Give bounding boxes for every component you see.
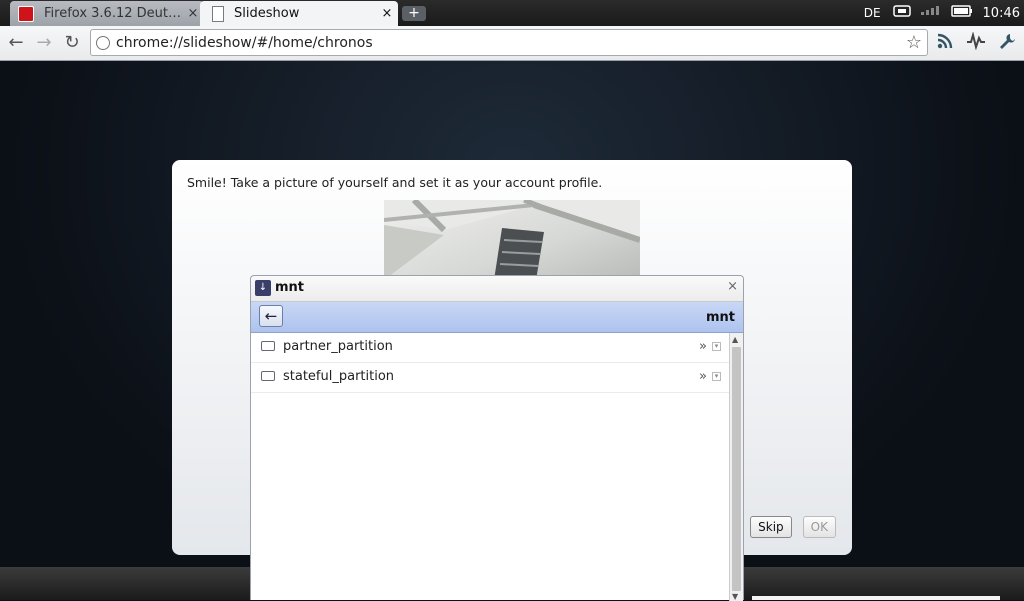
url-text[interactable]: chrome://slideshow/#/home/chronos — [116, 35, 373, 51]
more-icon[interactable]: » — [699, 369, 707, 384]
scroll-thumb[interactable] — [732, 347, 741, 591]
tab-firefox[interactable]: Firefox 3.6.12 Deutsch -... × — [10, 1, 204, 26]
pulse-icon[interactable] — [965, 31, 987, 54]
chevron-down-icon[interactable]: ▾ — [712, 372, 721, 381]
back-arrow-icon[interactable]: ← — [259, 305, 283, 327]
instruction-text: Smile! Take a picture of yourself and se… — [187, 175, 603, 190]
document-icon — [212, 6, 224, 22]
close-icon[interactable]: × — [727, 279, 738, 294]
ok-button[interactable]: OK — [802, 516, 836, 538]
file-picker-dialog: ↓ mnt × ← mnt partner_partition » ▾ stat… — [250, 275, 744, 601]
toolbar: ← → ↻ chrome://slideshow/#/home/chronos … — [0, 26, 1024, 61]
rss-icon[interactable] — [934, 32, 956, 54]
bottom-strip — [752, 596, 1000, 600]
current-path: mnt — [705, 310, 735, 325]
globe-icon — [96, 36, 110, 50]
dialog-titlebar: ↓ mnt × — [251, 276, 743, 302]
file-name[interactable]: partner_partition — [283, 339, 393, 354]
tab-title: Firefox 3.6.12 Deutsch -... — [44, 6, 182, 21]
red-favicon-icon — [18, 6, 34, 22]
file-name[interactable]: stateful_partition — [283, 369, 394, 384]
tab-strip: Firefox 3.6.12 Deutsch -... × Slideshow … — [0, 0, 1024, 26]
star-icon[interactable]: ☆ — [906, 32, 922, 53]
close-icon[interactable]: × — [376, 6, 398, 21]
file-list: partner_partition » ▾ stateful_partition… — [251, 333, 729, 393]
tab-title: Slideshow — [234, 6, 300, 21]
scrollbar[interactable]: ▲ ▼ — [729, 333, 743, 601]
reload-icon[interactable]: ↻ — [61, 32, 83, 54]
back-icon[interactable]: ← — [5, 32, 27, 54]
folder-icon — [261, 341, 275, 351]
camera-preview — [384, 200, 640, 280]
download-icon: ↓ — [255, 280, 271, 296]
clock[interactable]: 10:46 — [983, 6, 1020, 21]
wrench-icon[interactable] — [996, 32, 1018, 54]
folder-icon — [261, 371, 275, 381]
battery-icon[interactable] — [950, 5, 973, 21]
omnibox[interactable]: chrome://slideshow/#/home/chronos ☆ — [90, 29, 928, 56]
signal-icon[interactable] — [920, 5, 941, 21]
language-indicator[interactable]: DE — [864, 6, 881, 20]
chevron-down-icon[interactable]: ▾ — [712, 342, 721, 351]
more-icon[interactable]: » — [699, 339, 707, 354]
list-item[interactable]: stateful_partition » ▾ — [251, 363, 729, 393]
skip-button[interactable]: Skip — [750, 516, 792, 538]
network-icon[interactable] — [892, 4, 911, 22]
status-area: DE 10:46 — [864, 0, 1024, 26]
dialog-title: mnt — [275, 280, 305, 295]
dialog-navigation-bar: ← mnt — [251, 302, 743, 333]
action-buttons: Skip OK — [750, 516, 836, 538]
forward-icon[interactable]: → — [33, 32, 55, 54]
new-tab-button[interactable]: + — [402, 6, 426, 21]
scroll-up-icon[interactable]: ▲ — [732, 335, 738, 344]
tab-slideshow[interactable]: Slideshow × — [200, 1, 398, 26]
list-item[interactable]: partner_partition » ▾ — [251, 333, 729, 363]
